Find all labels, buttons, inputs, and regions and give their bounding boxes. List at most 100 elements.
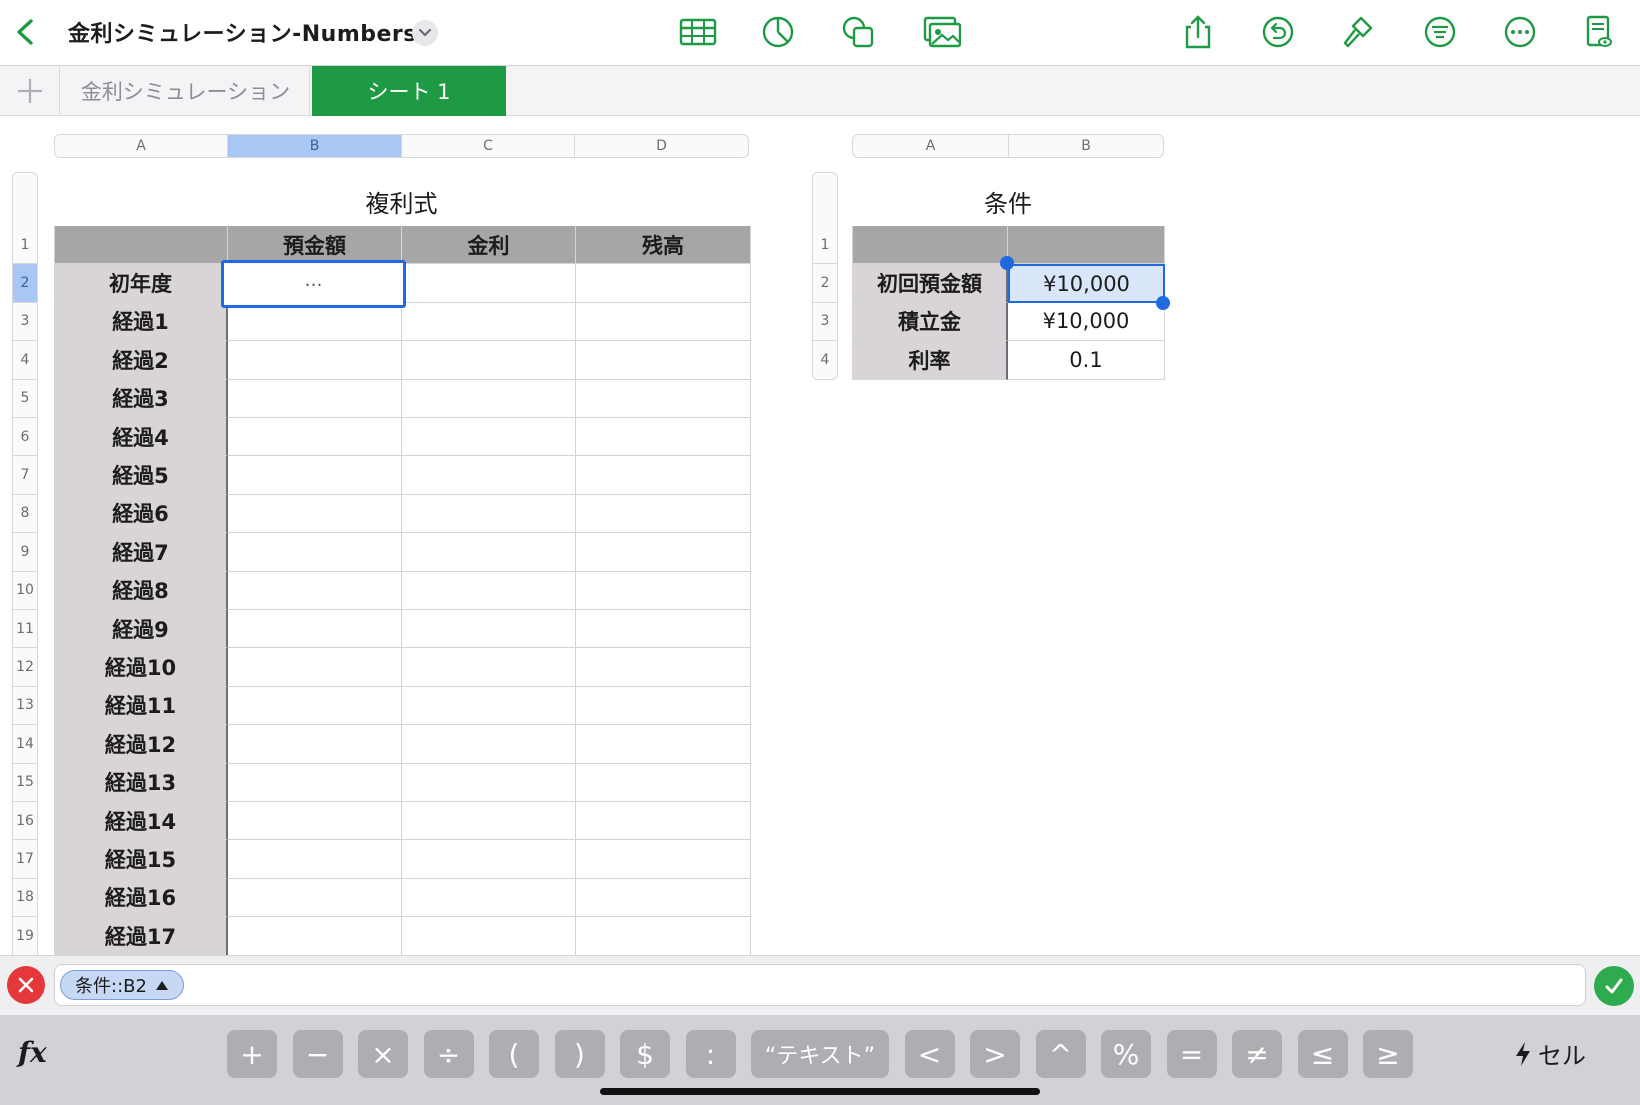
document-title[interactable]: 金利シミュレーション-Numbers [68,16,417,48]
table-cell[interactable] [576,763,751,802]
condition-label-cell[interactable]: 利率 [852,341,1008,380]
accept-formula-button[interactable] [1594,966,1634,1006]
table-cell[interactable] [402,302,576,342]
text-key[interactable]: “テキスト” [751,1030,889,1078]
cancel-formula-button[interactable] [7,966,45,1004]
greater-than-key[interactable]: > [970,1030,1020,1078]
selection-handle-bottom[interactable] [1156,296,1170,310]
row-label-cell[interactable]: 経過9 [54,610,228,649]
row-label-cell[interactable]: 経過12 [54,725,228,764]
table-cell[interactable] [402,802,576,841]
row-header-1[interactable]: 1 [12,226,38,265]
table-icon[interactable] [678,14,718,50]
row-label-cell[interactable]: 経過4 [54,418,228,457]
table-cell[interactable] [402,610,576,649]
table-cell[interactable] [228,610,402,649]
right-row-header-2[interactable]: 2 [812,264,838,303]
table-cell[interactable] [576,648,751,687]
row-header-19[interactable]: 19 [12,917,38,956]
colon-key[interactable]: : [685,1030,736,1078]
row-label-cell[interactable]: 経過3 [54,379,228,418]
table-cell[interactable] [576,725,751,764]
row-label-cell[interactable]: 経過14 [54,802,228,841]
row-header-6[interactable]: 6 [12,418,38,457]
tab-kinri-simulation[interactable]: 金利シミュレーション [62,66,310,116]
right-column-header-a[interactable]: A [852,134,1009,158]
right-header-cell[interactable] [852,226,1008,265]
row-label-cell[interactable]: 経過7 [54,533,228,572]
row-header-18[interactable]: 18 [12,878,38,918]
row-label-cell[interactable]: 経過5 [54,456,228,495]
right-column-header-b[interactable]: B [1008,134,1164,158]
table-cell[interactable] [576,302,751,342]
table-cell[interactable] [228,648,402,687]
row-label-cell[interactable]: 経過17 [54,917,228,956]
column-title-cell[interactable]: 金利 [402,226,576,265]
column-header-a[interactable]: A [54,134,228,158]
open-paren-key[interactable]: ( [489,1030,539,1078]
greater-equal-key[interactable]: ≥ [1363,1030,1413,1078]
table-cell[interactable] [402,264,576,303]
column-header-b[interactable]: B [227,134,402,158]
table-cell[interactable] [576,840,751,879]
row-header-12[interactable]: 12 [12,648,38,687]
table-cell[interactable] [402,878,576,918]
right-header-cell[interactable] [1008,226,1165,265]
table-cell[interactable] [576,533,751,572]
row-label-cell[interactable]: 経過11 [54,686,228,726]
row-label-cell[interactable]: 経過8 [54,571,228,610]
table-cell[interactable] [228,533,402,572]
right-row-header-3[interactable]: 3 [812,302,838,342]
row-label-cell[interactable]: 経過15 [54,840,228,879]
right-row-header-4[interactable]: 4 [812,341,838,380]
column-title-cell[interactable]: 残高 [576,226,751,265]
media-icon[interactable] [922,14,962,50]
row-header-4[interactable]: 4 [12,341,38,380]
chevron-down-icon[interactable] [412,20,438,46]
row-label-cell[interactable]: 経過13 [54,763,228,802]
table-cell[interactable] [228,840,402,879]
table-cell[interactable] [576,494,751,534]
more-icon[interactable] [1500,14,1540,50]
table-cell[interactable] [228,571,402,610]
tab-sheet1[interactable]: シート 1 [312,66,506,116]
table-cell[interactable] [402,571,576,610]
minus-key[interactable]: − [292,1030,343,1078]
table-cell[interactable] [402,763,576,802]
fx-icon[interactable]: fx [18,1036,47,1069]
table-cell[interactable] [228,494,402,534]
table-cell[interactable] [402,533,576,572]
column-header-d[interactable]: D [574,134,749,158]
condition-label-cell[interactable]: 初回預金額 [852,264,1008,303]
condition-value-cell[interactable]: 0.1 [1008,341,1165,380]
table-cell[interactable] [402,917,576,956]
table-cell[interactable] [228,456,402,495]
row-header-17[interactable]: 17 [12,840,38,879]
table-cell[interactable] [228,917,402,956]
table-cell[interactable] [228,878,402,918]
condition-value-cell[interactable]: ¥10,000 [1008,302,1165,342]
less-equal-key[interactable]: ≤ [1297,1030,1348,1078]
equals-key[interactable]: = [1166,1030,1217,1078]
table-cell[interactable] [576,264,751,303]
right-row-header-1[interactable]: 1 [812,226,838,265]
percent-key[interactable]: % [1101,1030,1151,1078]
column-title-cell[interactable]: 預金額 [228,226,402,265]
table-cell[interactable] [576,917,751,956]
row-label-cell[interactable]: 経過10 [54,648,228,687]
row-header-13[interactable]: 13 [12,686,38,726]
divide-key[interactable]: ÷ [423,1030,474,1078]
row-header-9[interactable]: 9 [12,533,38,572]
table-cell[interactable] [402,456,576,495]
table-cell[interactable] [402,686,576,726]
table-cell[interactable] [228,379,402,418]
formula-input[interactable] [54,964,1586,1006]
row-header-10[interactable]: 10 [12,571,38,610]
table-cell[interactable] [576,341,751,380]
row-header-15[interactable]: 15 [12,763,38,802]
close-paren-key[interactable]: ) [554,1030,605,1078]
add-sheet-button[interactable] [0,66,60,116]
header-corner-cell[interactable] [54,226,228,265]
table-cell[interactable] [576,571,751,610]
row-label-cell[interactable]: 経過1 [54,302,228,342]
